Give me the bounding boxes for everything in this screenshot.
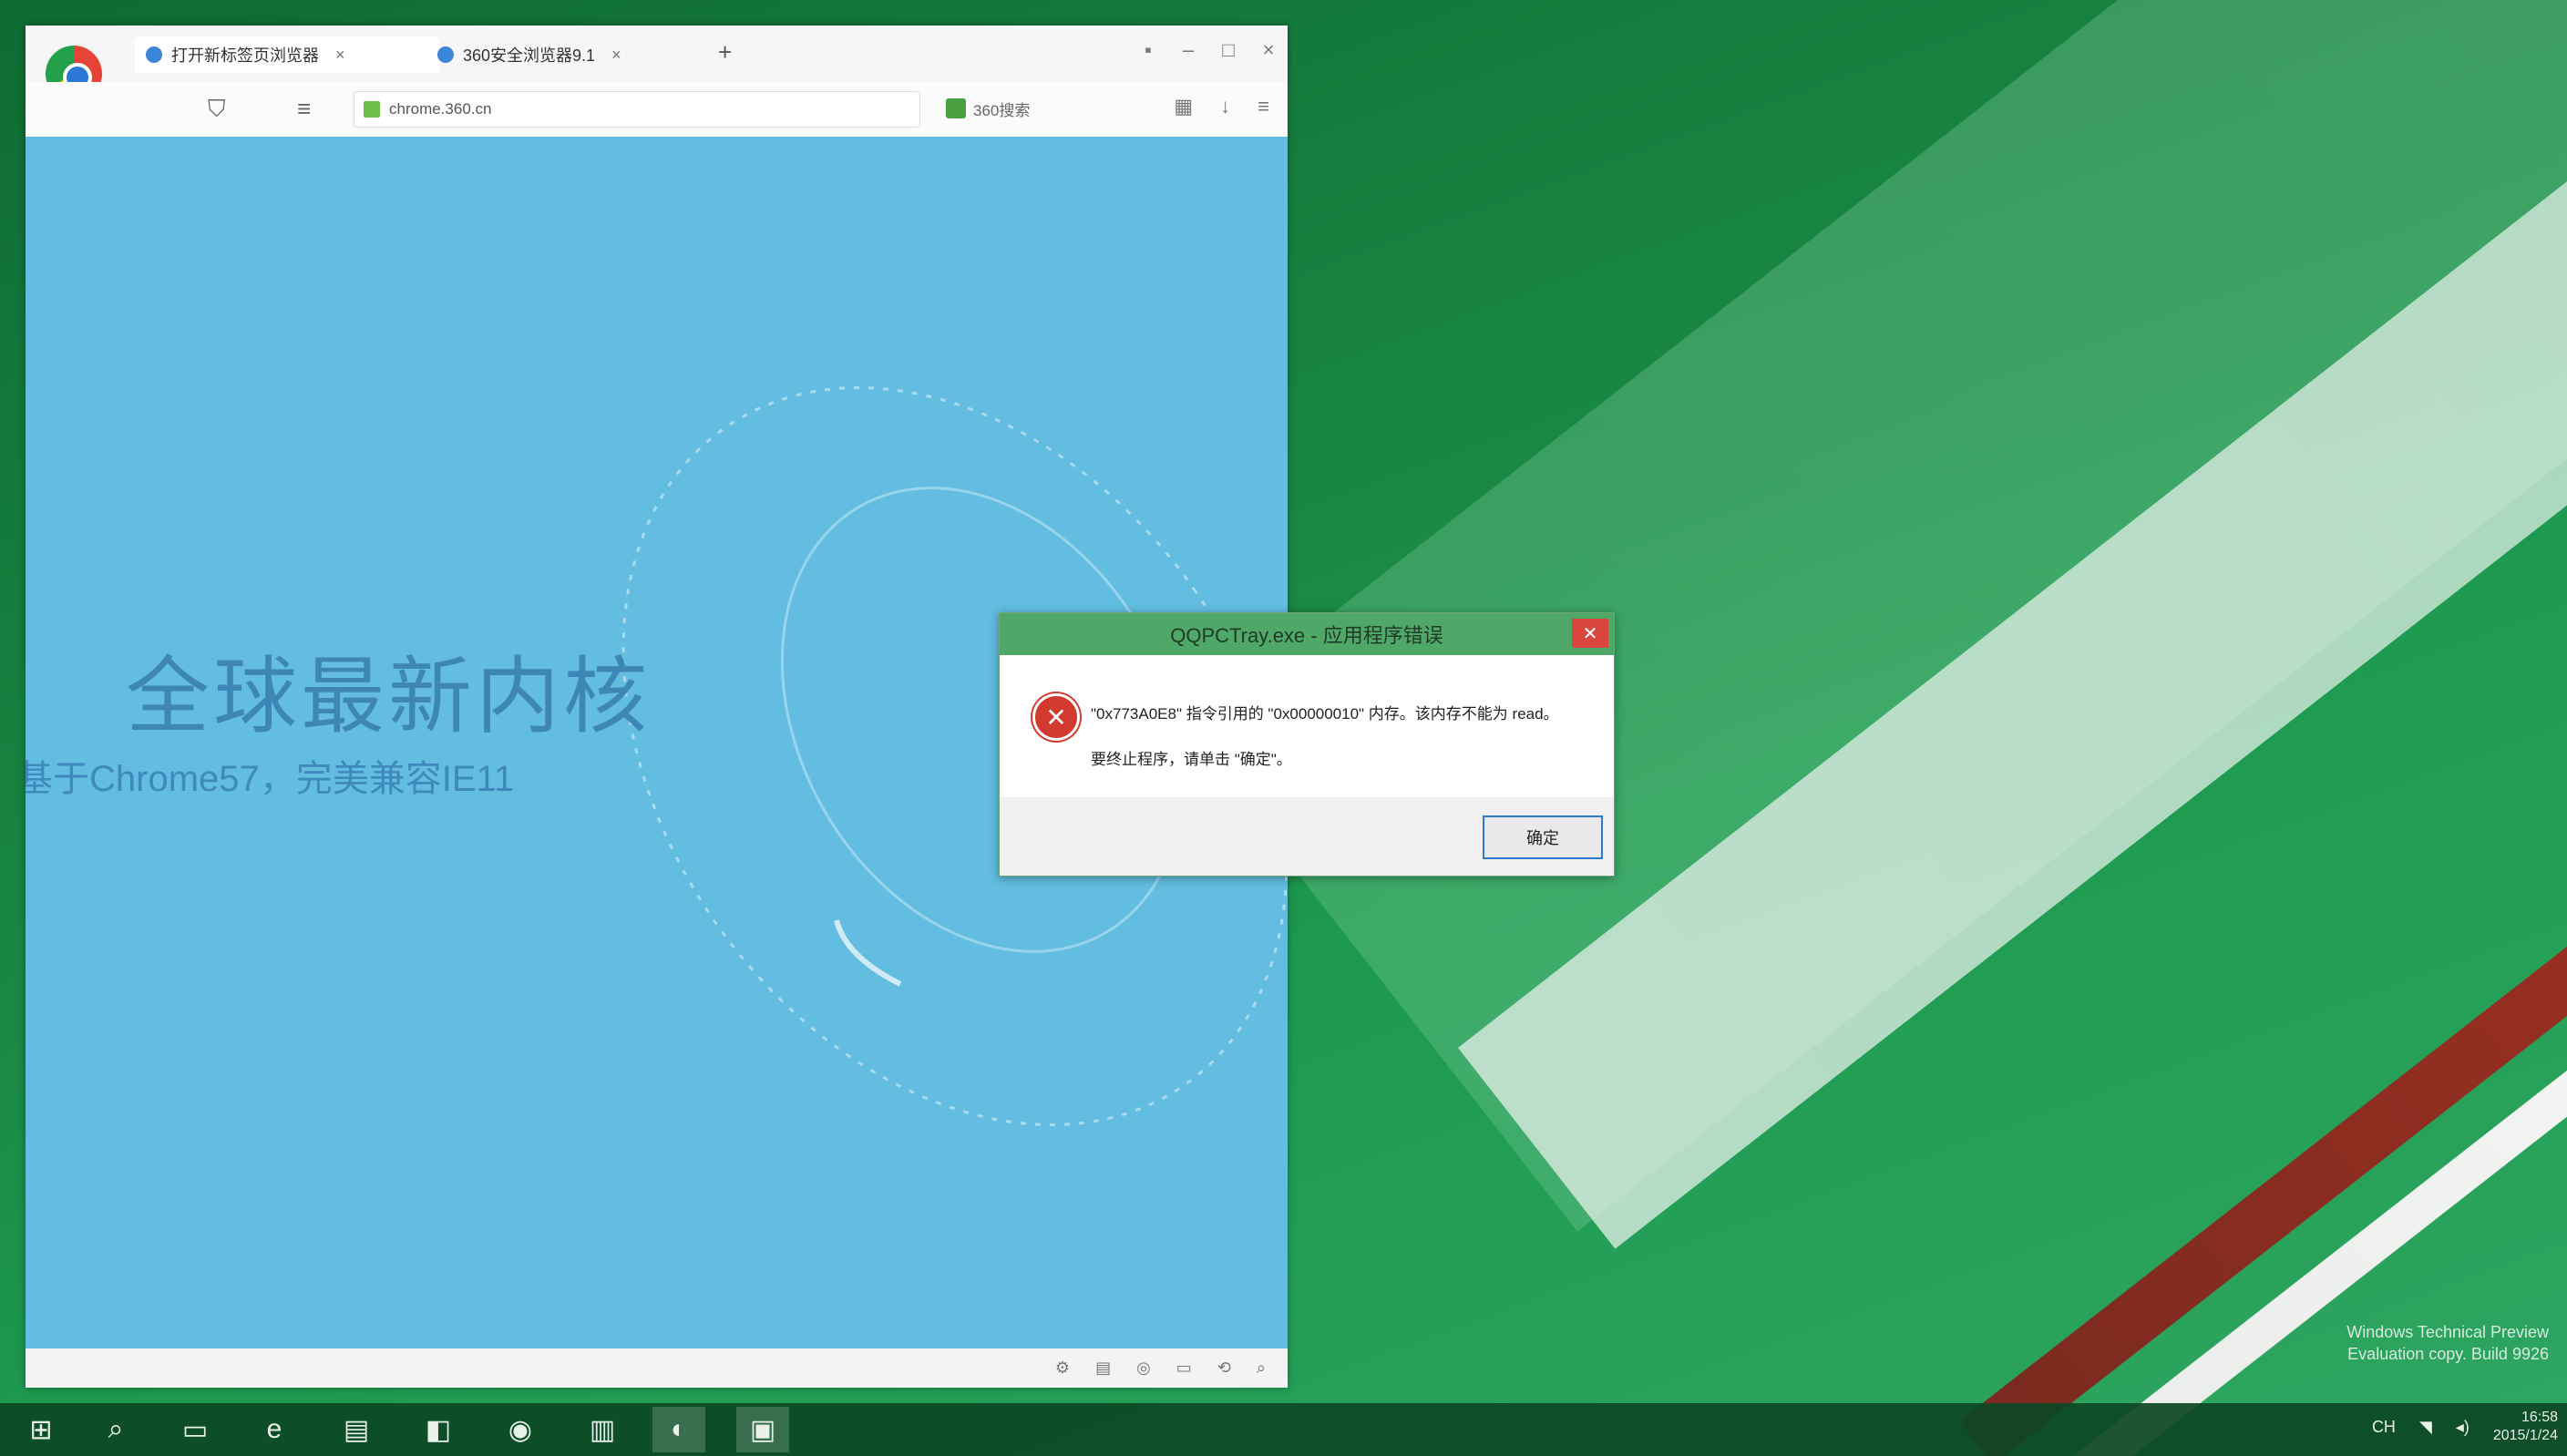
search-input[interactable]: 360搜索 xyxy=(973,97,1030,120)
app-icon[interactable]: ◉ xyxy=(494,1407,547,1452)
tool-icon[interactable]: ⚙ xyxy=(1055,1359,1070,1378)
tab-360-browser[interactable]: 360安全浏览器9.1 × xyxy=(426,36,731,73)
ok-button[interactable]: 确定 xyxy=(1483,815,1603,859)
menu-icon[interactable]: ▪ xyxy=(1138,38,1158,62)
error-dialog[interactable]: QQPCTray.exe - 应用程序错误 ✕ ✕ "0x773A0E8" 指令… xyxy=(999,612,1615,877)
clock-date: 2015/1/24 xyxy=(2492,1428,2558,1443)
browser-titlebar[interactable]: 打开新标签页浏览器 × 360安全浏览器9.1 × + ▪ – □ × xyxy=(26,26,1288,102)
settings-icon[interactable]: ≡ xyxy=(1258,95,1269,118)
close-icon[interactable]: × xyxy=(1258,38,1278,62)
system-tray: CH ◥ ◂) 16:58 2015/1/24 xyxy=(2372,1409,2558,1445)
dialog-message: "0x773A0E8" 指令引用的 "0x00000010" 内存。该内存不能为… xyxy=(1091,705,1559,723)
browser-toolbar: ⛉ ≡ chrome.360.cn 360搜索 ▦ ↓ ≡ xyxy=(26,82,1288,138)
close-icon[interactable]: × xyxy=(335,46,345,65)
zoom-icon[interactable]: ⌕ xyxy=(1257,1359,1266,1378)
browser-statusbar: ⚙ ▤ ◎ ▭ ⟲ ⌕ xyxy=(26,1348,1288,1388)
tab-label: 打开新标签页浏览器 xyxy=(171,46,319,65)
globe-icon xyxy=(146,46,162,63)
volume-icon[interactable]: ◂) xyxy=(2456,1418,2469,1437)
grid-icon[interactable]: ▦ xyxy=(1174,95,1193,118)
menu-lines-icon[interactable]: ≡ xyxy=(297,95,311,123)
page-headline: 全球最新内核 xyxy=(126,648,652,745)
app-icon[interactable]: ▥ xyxy=(576,1407,629,1452)
store-icon[interactable]: ◧ xyxy=(412,1407,465,1452)
shield-icon[interactable]: ⛉ xyxy=(208,95,226,124)
tab-new-tab[interactable]: 打开新标签页浏览器 × xyxy=(135,36,439,73)
ime-indicator[interactable]: CH xyxy=(2372,1418,2396,1437)
tool-icon[interactable]: ◎ xyxy=(1136,1359,1151,1378)
globe-icon xyxy=(437,46,454,63)
network-icon[interactable]: ◥ xyxy=(2419,1418,2432,1437)
dialog-message: 要终止程序，请单击 "确定"。 xyxy=(1091,751,1292,768)
start-icon[interactable]: ⊞ xyxy=(15,1407,67,1452)
file-explorer-icon[interactable]: ▤ xyxy=(330,1407,383,1452)
page-subline: 基于Chrome57，完美兼容IE11 xyxy=(26,759,515,799)
tool-icon[interactable]: ▤ xyxy=(1095,1359,1111,1378)
browser-taskbar-icon[interactable]: ◐ xyxy=(652,1407,705,1452)
taskbar: ⊞ ⌕ ▭ e ▤ ◧ ◉ ▥ ◐ ▣ CH ◥ ◂) 16:58 2015/1… xyxy=(0,1403,2567,1456)
search-engine-icon xyxy=(946,98,966,118)
watermark-line: Windows Technical Preview xyxy=(2346,1323,2549,1341)
window-controls: ▪ – □ × xyxy=(1138,38,1278,62)
error-icon: ✕ xyxy=(1032,693,1080,741)
window-taskbar-icon[interactable]: ▣ xyxy=(736,1407,789,1452)
clock[interactable]: 16:58 2015/1/24 xyxy=(2493,1409,2558,1445)
tool-icon[interactable]: ⟲ xyxy=(1217,1359,1231,1378)
ie-icon[interactable]: e xyxy=(248,1407,301,1452)
close-icon[interactable]: ✕ xyxy=(1572,619,1608,648)
task-view-icon[interactable]: ▭ xyxy=(169,1407,221,1452)
address-input[interactable]: chrome.360.cn xyxy=(389,100,491,118)
dialog-title: QQPCTray.exe - 应用程序错误 xyxy=(1000,613,1614,655)
address-bar[interactable]: chrome.360.cn xyxy=(354,91,920,128)
tab-label: 360安全浏览器9.1 xyxy=(463,46,596,65)
search-icon[interactable]: ⌕ xyxy=(89,1407,142,1452)
download-icon[interactable]: ↓ xyxy=(1220,95,1230,118)
dialog-footer: 确定 xyxy=(1000,797,1614,876)
clock-time: 16:58 xyxy=(2521,1410,2558,1425)
toolbar-right: ▦ ↓ ≡ xyxy=(1174,95,1269,118)
search-box[interactable]: 360搜索 xyxy=(946,91,1119,126)
tool-icon[interactable]: ▭ xyxy=(1176,1359,1192,1378)
new-tab-button[interactable]: + xyxy=(718,38,732,67)
secure-icon xyxy=(364,101,380,118)
minimize-icon[interactable]: – xyxy=(1178,38,1198,62)
watermark-line: Evaluation copy. Build 9926 xyxy=(2347,1345,2549,1363)
close-icon[interactable]: × xyxy=(611,46,621,65)
maximize-icon[interactable]: □ xyxy=(1218,38,1238,62)
windows-watermark: Windows Technical Preview Evaluation cop… xyxy=(2257,1321,2549,1365)
